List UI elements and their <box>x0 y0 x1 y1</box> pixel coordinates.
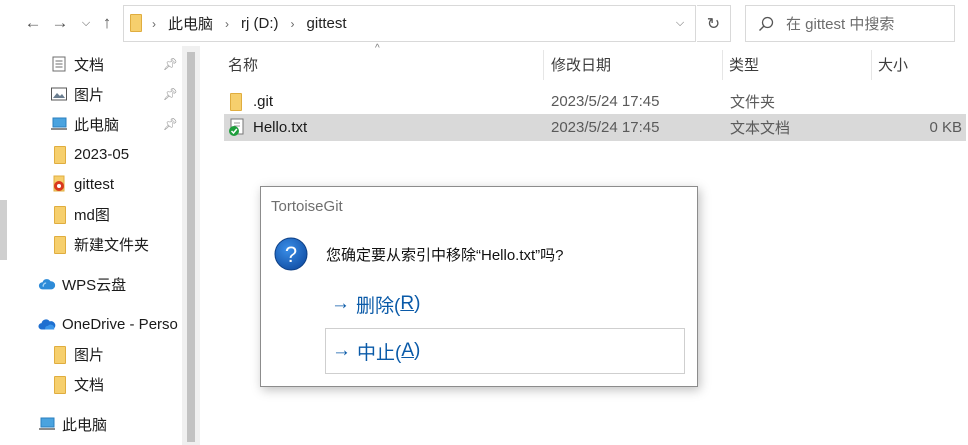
sidebar-scrollbar-thumb[interactable] <box>187 52 195 442</box>
up-arrow-icon[interactable]: ↑ <box>96 10 118 36</box>
abort-button-label: 中止( <box>357 342 402 364</box>
sidebar-item-md-images[interactable]: md图 <box>50 199 232 229</box>
column-divider[interactable] <box>871 50 872 80</box>
delete-command-button[interactable]: → 删除(R) <box>325 281 685 327</box>
sidebar-item-label: gittest <box>74 175 115 193</box>
back-arrow-icon[interactable]: ← <box>22 10 44 36</box>
sidebar-item-label: 图片 <box>74 346 105 364</box>
delete-button-suffix: ) <box>414 293 421 314</box>
sidebar-scrollbar[interactable] <box>182 46 200 445</box>
forward-arrow-icon[interactable]: → <box>49 10 71 36</box>
text-file-versioned-icon <box>228 118 246 141</box>
file-size: 0 KB <box>929 119 962 136</box>
search-icon <box>746 16 786 32</box>
search-placeholder[interactable]: 在 gittest 中搜索 <box>786 13 894 34</box>
svg-text:?: ? <box>285 242 297 267</box>
navigation-pane: 文档 📌︎ 图片 📌︎ 此电脑 📌︎ 2023-05 gittest md图 新… <box>0 46 200 445</box>
chevron-right-icon[interactable]: › <box>152 17 156 31</box>
file-type: 文件夹 <box>730 94 776 111</box>
delete-access-key: R <box>400 293 415 314</box>
sidebar-item-label: OneDrive - Perso <box>62 315 178 333</box>
address-bar[interactable]: › 此电脑 › rj (D:) › gittest ⌵ <box>123 5 696 42</box>
sidebar-item-label: 2023-05 <box>74 145 130 163</box>
recent-locations-chevron-icon[interactable]: ⌵ <box>75 10 97 36</box>
file-row-hello-txt[interactable]: Hello.txt 2023/5/24 17:45 文本文档 0 KB <box>224 114 966 141</box>
arrow-right-icon: → <box>332 340 351 361</box>
pictures-icon <box>50 85 68 103</box>
abort-access-key: A <box>401 340 415 361</box>
file-name: .git <box>253 93 274 110</box>
pin-icon[interactable]: 📌︎ <box>163 57 178 71</box>
sidebar-item-label: md图 <box>74 206 110 224</box>
file-row-git[interactable]: .git 2023/5/24 17:45 文件夹 <box>224 88 966 115</box>
sidebar-item-label: 文档 <box>74 376 105 394</box>
chevron-right-icon[interactable]: › <box>291 17 295 31</box>
folder-icon <box>50 145 68 164</box>
sidebar-item-onedrive-pictures[interactable]: 图片 <box>50 339 232 369</box>
column-header-modified[interactable]: 修改日期 <box>551 46 611 82</box>
breadcrumb-drive[interactable]: rj (D:) <box>241 6 279 41</box>
file-type: 文本文档 <box>730 120 791 137</box>
column-header-type[interactable]: 类型 <box>729 46 759 82</box>
sidebar-item-label: 此电脑 <box>62 416 108 434</box>
folder-icon <box>50 345 68 364</box>
sidebar-item-label: 文档 <box>74 56 105 74</box>
chevron-right-icon[interactable]: › <box>225 17 229 31</box>
dialog-title: TortoiseGit <box>271 198 343 215</box>
tortoisegit-confirm-dialog: TortoiseGit ? 您确定要从索引中移除“Hello.txt”吗? → … <box>260 186 698 387</box>
breadcrumb-this-pc[interactable]: 此电脑 <box>168 6 213 41</box>
arrow-right-icon: → <box>331 293 350 314</box>
sidebar-item-label: 图片 <box>74 86 105 104</box>
column-header-size[interactable]: 大小 <box>878 46 908 82</box>
file-name: Hello.txt <box>253 119 308 136</box>
this-pc-icon <box>50 115 68 133</box>
address-dropdown-icon[interactable]: ⌵ <box>665 6 695 41</box>
folder-icon <box>230 93 242 113</box>
folder-icon <box>50 375 68 394</box>
sidebar-item-label: 新建文件夹 <box>74 236 150 254</box>
search-box[interactable]: 在 gittest 中搜索 <box>745 5 955 42</box>
refresh-icon[interactable]: ↻ <box>697 5 731 42</box>
this-pc-icon <box>38 415 56 433</box>
address-folder-icon <box>130 14 142 33</box>
sidebar-item-new-folder[interactable]: 新建文件夹 <box>50 229 232 259</box>
sidebar-item-label: WPS云盘 <box>62 276 127 294</box>
file-modified: 2023/5/24 17:45 <box>551 93 660 110</box>
column-divider[interactable] <box>722 50 723 80</box>
pin-icon[interactable]: 📌︎ <box>163 87 178 101</box>
file-modified: 2023/5/24 17:45 <box>551 119 660 136</box>
address-toolbar: ← → ⌵ ↑ › 此电脑 › rj (D:) › gittest ⌵ ↻ 在 … <box>0 0 968 46</box>
folder-icon <box>50 235 68 254</box>
breadcrumb-gittest[interactable]: gittest <box>307 6 347 41</box>
onedrive-icon <box>38 315 56 333</box>
sidebar-item-pictures[interactable]: 图片 📌︎ <box>50 79 182 109</box>
delete-button-label: 删除( <box>356 295 401 317</box>
sidebar-item-2023-05[interactable]: 2023-05 <box>50 139 232 169</box>
pin-icon[interactable]: 📌︎ <box>163 117 178 131</box>
folder-icon <box>50 205 68 224</box>
wps-cloud-icon <box>38 275 56 293</box>
documents-icon <box>50 55 68 73</box>
sidebar-item-documents[interactable]: 文档 📌︎ <box>50 49 182 79</box>
sidebar-item-onedrive-documents[interactable]: 文档 <box>50 369 232 399</box>
abort-command-button[interactable]: → 中止(A) <box>325 328 685 374</box>
abort-button-suffix: ) <box>414 340 421 361</box>
sidebar-item-onedrive[interactable]: OneDrive - Perso <box>38 309 182 339</box>
sidebar-item-gittest[interactable]: gittest <box>50 169 232 199</box>
question-icon: ? <box>274 237 308 274</box>
sidebar-item-label: 此电脑 <box>74 116 120 134</box>
column-header-name[interactable]: 名称 <box>228 46 258 82</box>
column-divider[interactable] <box>543 50 544 80</box>
sidebar-item-this-pc-pinned[interactable]: 此电脑 📌︎ <box>50 109 182 139</box>
dialog-message: 您确定要从索引中移除“Hello.txt”吗? <box>326 247 564 264</box>
sort-ascending-icon: ^ <box>375 43 380 54</box>
git-folder-icon <box>50 175 68 193</box>
